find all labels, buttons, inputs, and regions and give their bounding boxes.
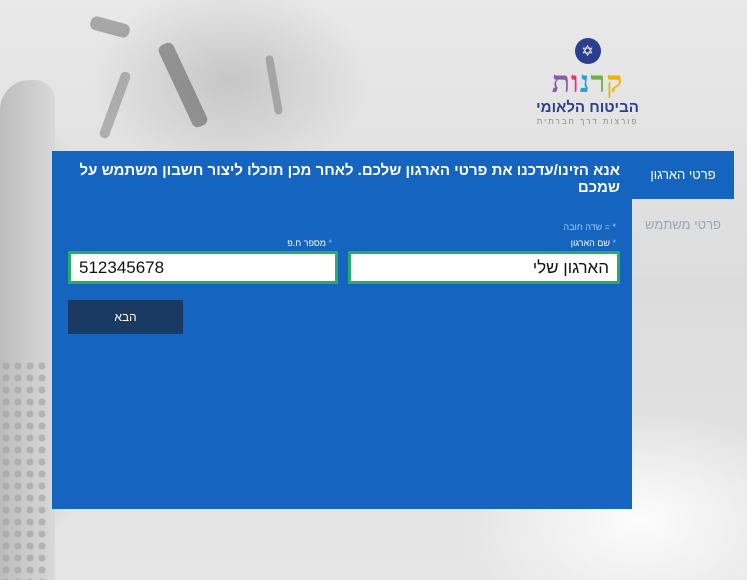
tab-organization-details[interactable]: פרטי הארגון	[632, 151, 734, 199]
logo: ✡ קרנות הביטוח הלאומי פורצות דרך חברתית	[530, 38, 645, 138]
tab-user-details[interactable]: פרטי משתמש	[632, 205, 734, 245]
paint-stroke	[156, 40, 210, 130]
logo-wordmark: קרנות	[530, 66, 645, 100]
tax-number-input[interactable]: 512345678	[68, 251, 338, 284]
logo-subtitle: הביטוח הלאומי	[536, 99, 639, 116]
logo-tagline: פורצות דרך חברתית	[536, 117, 639, 126]
form-title: אנא הזינו/עדכנו את פרטי הארגון שלכם. לאח…	[79, 162, 620, 196]
org-name-input[interactable]: הארגון שלי	[348, 251, 620, 284]
logo-wordmark-letter: ת	[551, 65, 572, 100]
logo-wordmark-letter: נ	[579, 65, 591, 100]
paint-stroke	[88, 15, 132, 39]
logo-wordmark-letter: ו	[571, 65, 580, 100]
org-name-label: * שם הארגון	[570, 238, 616, 248]
next-button[interactable]: הבא	[68, 300, 183, 334]
logo-wordmark-letter: ק	[606, 65, 624, 100]
organization-form-panel: אנא הזינו/עדכנו את פרטי הארגון שלכם. לאח…	[52, 151, 632, 509]
logo-wordmark-letter: ר	[590, 65, 607, 100]
side-tabs: פרטי הארגון פרטי משתמש	[632, 151, 734, 245]
paint-stroke	[98, 70, 132, 140]
background-pattern	[0, 360, 48, 580]
national-insurance-emblem-icon: ✡	[574, 38, 601, 64]
tax-number-label: * מספר ח.פ	[287, 238, 332, 248]
paint-stroke	[264, 54, 284, 116]
required-field-note: * = שדה חובה	[563, 222, 616, 232]
